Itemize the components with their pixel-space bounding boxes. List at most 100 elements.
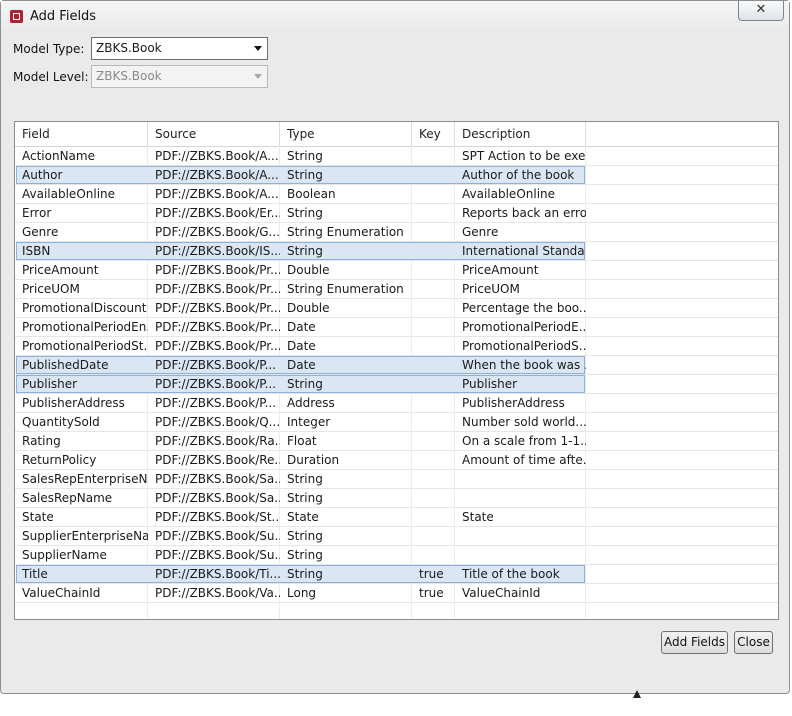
cell-key — [412, 185, 455, 203]
cell-field: QuantitySold — [22, 415, 100, 429]
table-row[interactable]: Rating PDF://ZBKS.Book/Ra... Float On a sca… — [15, 432, 778, 451]
cell-source: PDF://ZBKS.Book/Su... — [155, 529, 280, 543]
cell-type: State — [287, 510, 319, 524]
cell-field: ValueChainId — [22, 586, 101, 600]
add-fields-button[interactable]: Add Fields — [661, 631, 728, 654]
model-level-select: ZBKS.Book — [91, 65, 268, 88]
cell-description: When the book was ... — [462, 358, 586, 372]
cell-description: Title of the book — [462, 567, 560, 581]
cell-field: SalesRepName — [22, 491, 113, 505]
table-row[interactable]: PublishedDate PDF://ZBKS.Book/P... Date Whe… — [15, 356, 778, 375]
column-header-field[interactable]: Field — [15, 122, 148, 146]
cell-source: PDF://ZBKS.Book/Ra... — [155, 434, 280, 448]
cell-description: SPT Action to be exe... — [462, 149, 586, 163]
table-header: Field Source Type Key Description — [15, 122, 778, 147]
cell-description — [455, 527, 586, 545]
cell-key — [412, 299, 455, 317]
column-header-type[interactable]: Type — [280, 122, 412, 146]
cell-key — [412, 337, 455, 355]
model-type-select[interactable]: ZBKS.Book — [91, 37, 268, 60]
window-close-button[interactable]: ✕ — [738, 1, 784, 21]
table-row[interactable]: PromotionalDiscount PDF://ZBKS.Book/Pr...… — [15, 299, 778, 318]
cell-type: String — [287, 548, 323, 562]
cell-type: Integer — [287, 415, 331, 429]
cell-source: PDF://ZBKS.Book/Va... — [155, 586, 280, 600]
cell-description: Percentage the boo... — [462, 301, 586, 315]
cell-key — [412, 356, 455, 374]
cell-description: ValueChainId — [462, 586, 541, 600]
table-row[interactable]: Author PDF://ZBKS.Book/A... String Author o… — [15, 166, 778, 185]
table-row[interactable]: SupplierName PDF://ZBKS.Book/Su... String — [15, 546, 778, 565]
cell-key — [412, 280, 455, 298]
cell-type: Double — [287, 263, 330, 277]
close-button[interactable]: Close — [734, 631, 773, 654]
cell-field: PriceUOM — [22, 282, 80, 296]
table-row[interactable]: PromotionalPeriodEn... PDF://ZBKS.Book/Pr… — [15, 318, 778, 337]
model-type-label: Model Type: — [13, 42, 85, 56]
cell-field: State — [22, 510, 54, 524]
app-icon — [10, 10, 23, 23]
table-row[interactable]: ActionName PDF://ZBKS.Book/A... String SPT … — [15, 147, 778, 166]
table-row[interactable]: SupplierEnterpriseNa... PDF://ZBKS.Book/S… — [15, 527, 778, 546]
cell-field: Rating — [22, 434, 61, 448]
cell-key: true — [419, 567, 444, 581]
cell-type: String — [287, 244, 323, 258]
cell-source: PDF://ZBKS.Book/A... — [155, 149, 279, 163]
cell-key — [412, 413, 455, 431]
column-header-key[interactable]: Key — [412, 122, 455, 146]
table-row[interactable]: Error PDF://ZBKS.Book/Er... String Reports … — [15, 204, 778, 223]
cell-key — [412, 147, 455, 165]
cell-description: PromotionalPeriodE... — [462, 320, 586, 334]
column-header-description[interactable]: Description — [455, 122, 586, 146]
table-row[interactable]: Publisher PDF://ZBKS.Book/P... String Publi… — [15, 375, 778, 394]
cell-source: PDF://ZBKS.Book/Ti... — [155, 567, 280, 581]
table-row[interactable]: ReturnPolicy PDF://ZBKS.Book/Re... Duratio… — [15, 451, 778, 470]
cell-type: Double — [287, 301, 330, 315]
cell-field: Author — [22, 168, 63, 182]
close-icon: ✕ — [755, 2, 767, 17]
cell-description: Genre — [462, 225, 499, 239]
table-row[interactable]: ValueChainId PDF://ZBKS.Book/Va... Long tru… — [15, 584, 778, 603]
cell-key — [412, 470, 455, 488]
cell-source: PDF://ZBKS.Book/P... — [155, 377, 277, 391]
table-row[interactable]: ISBN PDF://ZBKS.Book/IS... String Internati… — [15, 242, 778, 261]
window-title: Add Fields — [30, 9, 97, 24]
model-level-label: Model Level: — [13, 70, 89, 84]
fields-table[interactable]: Field Source Type Key Description Action… — [14, 121, 779, 620]
cell-source: PDF://ZBKS.Book/Su... — [155, 548, 280, 562]
cell-description: International Standa... — [462, 244, 586, 258]
cell-source: PDF://ZBKS.Book/Sa... — [155, 472, 280, 486]
cell-type: Float — [287, 434, 317, 448]
table-row[interactable]: PublisherAddress PDF://ZBKS.Book/P... Addr… — [15, 394, 778, 413]
cell-field: PriceAmount — [22, 263, 99, 277]
table-row[interactable]: AvailableOnline PDF://ZBKS.Book/A... Boole… — [15, 185, 778, 204]
chevron-down-icon — [254, 46, 262, 51]
cell-key — [412, 546, 455, 564]
column-header-source[interactable]: Source — [148, 122, 280, 146]
cell-key — [412, 527, 455, 545]
cell-type: String — [287, 567, 323, 581]
table-row[interactable]: SalesRepName PDF://ZBKS.Book/Sa... String — [15, 489, 778, 508]
cell-field: AvailableOnline — [22, 187, 116, 201]
table-row[interactable]: SalesRepEnterpriseNa... PDF://ZBKS.Book/S… — [15, 470, 778, 489]
table-row[interactable]: Title PDF://ZBKS.Book/Ti... String true Titl… — [15, 565, 778, 584]
table-row[interactable]: QuantitySold PDF://ZBKS.Book/Q... Integer N… — [15, 413, 778, 432]
table-row[interactable]: Genre PDF://ZBKS.Book/G... String Enumerat… — [15, 223, 778, 242]
cell-source: PDF://ZBKS.Book/Pr... — [155, 301, 280, 315]
table-row[interactable]: PriceAmount PDF://ZBKS.Book/Pr... Double Pr… — [15, 261, 778, 280]
cell-type: String — [287, 377, 323, 391]
cell-description: PriceAmount — [462, 263, 539, 277]
cell-description: PromotionalPeriodS... — [462, 339, 586, 353]
table-row[interactable]: State PDF://ZBKS.Book/St... State State — [15, 508, 778, 527]
cell-description: Publisher — [462, 377, 518, 391]
cell-type: Date — [287, 339, 316, 353]
cell-key — [412, 242, 455, 260]
table-row[interactable]: PriceUOM PDF://ZBKS.Book/Pr... String Enum… — [15, 280, 778, 299]
table-row[interactable]: PromotionalPeriodSt... PDF://ZBKS.Book/Pr… — [15, 337, 778, 356]
cell-key — [412, 432, 455, 450]
cell-field: Genre — [22, 225, 59, 239]
cell-field: PublisherAddress — [22, 396, 125, 410]
cell-source: PDF://ZBKS.Book/Er... — [155, 206, 280, 220]
cell-key — [412, 204, 455, 222]
title-bar[interactable]: Add Fields ✕ — [1, 1, 789, 33]
